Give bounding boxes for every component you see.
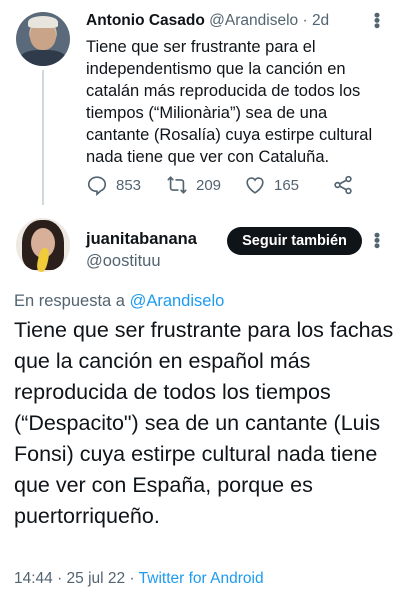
reply-count: 853 — [116, 176, 142, 194]
thread-line — [42, 70, 44, 205]
like-count: 165 — [274, 176, 300, 194]
retweet-icon — [167, 176, 187, 194]
replying-prefix: En respuesta a — [14, 292, 130, 310]
author-handle[interactable]: @Arandiselo — [209, 12, 298, 29]
like-button[interactable]: 165 — [244, 173, 299, 197]
tweet-time[interactable]: 2d — [312, 12, 329, 29]
avatar-hair — [28, 16, 58, 28]
replying-to: En respuesta a @Arandiselo — [14, 292, 224, 311]
like-icon — [246, 177, 264, 194]
author-name[interactable]: juanitabanana — [86, 230, 197, 249]
more-icon[interactable]: ••• — [367, 12, 387, 28]
share-button[interactable] — [332, 173, 362, 197]
tweet-text: Tiene que ser frustrante para el indepen… — [86, 38, 373, 166]
quoted-tweet[interactable]: Antonio Casado @Arandiselo · 2d ••• Tien… — [0, 0, 400, 210]
follow-button[interactable]: Seguir también — [227, 227, 362, 255]
author-handle[interactable]: @oostituu — [86, 252, 161, 271]
share-icon — [334, 175, 352, 195]
avatar[interactable] — [16, 218, 70, 272]
more-icon[interactable]: ••• — [367, 232, 387, 248]
tweet-actions: 853 209 165 — [86, 173, 376, 197]
tweet-header: Antonio Casado @Arandiselo · 2d — [86, 12, 329, 30]
replying-mention-link[interactable]: @Arandiselo — [130, 292, 225, 310]
avatar-shirt — [20, 50, 66, 66]
author-name[interactable]: Antonio Casado — [86, 12, 205, 29]
retweet-count: 209 — [196, 176, 222, 194]
tweet-meta: 14:44 · 25 jul 22 · Twitter for Android — [14, 570, 264, 588]
retweet-button[interactable]: 209 — [166, 173, 221, 197]
tweet-text: Tiene que ser frustrante para los fachas… — [14, 318, 394, 528]
tweet-timestamp[interactable]: 14:44 · 25 jul 22 · — [14, 570, 139, 587]
reply-button[interactable]: 853 — [86, 173, 141, 197]
separator-dot: · — [302, 12, 308, 29]
avatar[interactable] — [16, 12, 70, 66]
tweet-source-link[interactable]: Twitter for Android — [139, 570, 264, 587]
reply-icon — [87, 176, 107, 196]
